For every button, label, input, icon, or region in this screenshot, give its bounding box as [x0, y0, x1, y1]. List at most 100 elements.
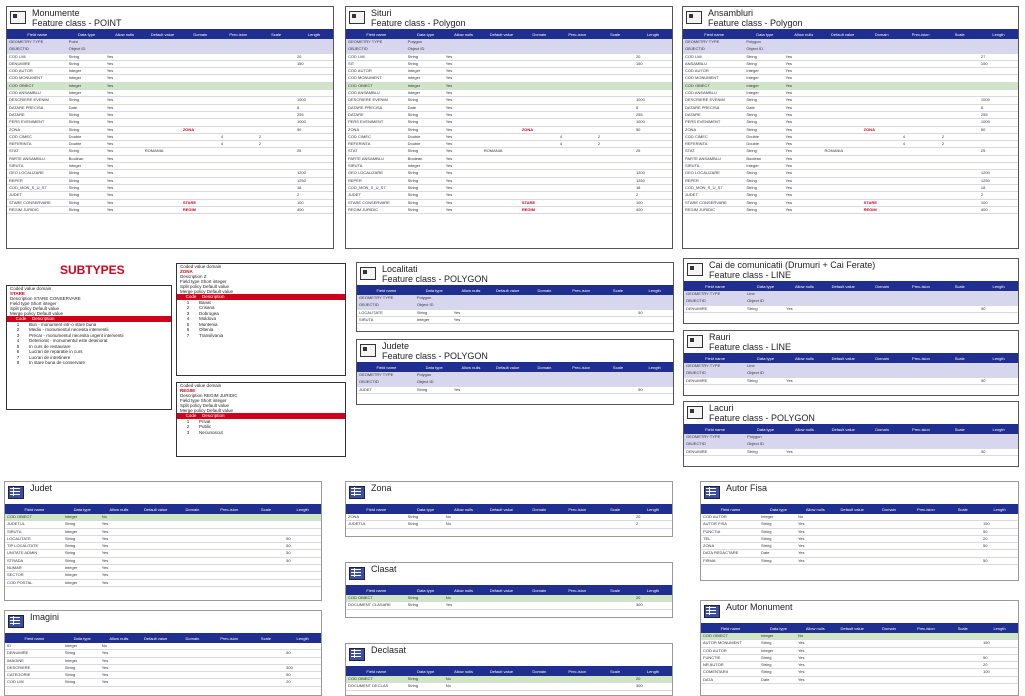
field-row: SECTOR Integer Yes [5, 572, 321, 580]
field-cell: Yes [101, 572, 109, 578]
field-cell: Boolean [746, 155, 762, 161]
class-subtitle: Feature class - POINT [32, 18, 122, 28]
field-cell: STARE CONSERVARE [685, 199, 727, 205]
field-cell [596, 105, 634, 111]
field-cell [181, 83, 219, 89]
field-cell: Yes [101, 521, 109, 527]
field-cell: 20 [635, 595, 641, 600]
field-cell [210, 672, 247, 678]
field-cell: Yes [785, 53, 792, 59]
field-cell: DESCRIERE [7, 664, 31, 670]
column-header: Length [296, 506, 309, 512]
field-cell: GEO LOCALIZARE [9, 170, 44, 176]
field-cell [181, 97, 219, 103]
field-cell [562, 295, 599, 301]
field-cell: UNITATE ADMIN [7, 550, 38, 556]
field-cell: SIRUTA [9, 163, 24, 169]
field-cell [181, 141, 219, 147]
field-cell: Yes [101, 657, 109, 663]
feature-class-icon [686, 11, 702, 24]
domain-code-cell: Necunoscut [199, 429, 223, 435]
field-cell [599, 387, 636, 393]
field-cell [482, 68, 520, 74]
field-cell [295, 141, 333, 147]
column-header: Scale [612, 364, 623, 370]
field-cell: Yes [445, 75, 453, 81]
field-cell: 2 [980, 192, 984, 198]
field-row: GEOMETRY TYPE Point [7, 39, 333, 47]
field-row: PARTE ANSAMBLU Boolean Yes [7, 156, 333, 164]
field-cell [558, 54, 596, 60]
field-cell [596, 39, 634, 45]
field-row: COD AUTOR Integer Yes [701, 648, 1018, 655]
field-row: LOCALITATE String Yes 50 [357, 310, 673, 317]
field-cell [862, 178, 901, 184]
field-cell [210, 514, 247, 520]
field-cell [482, 112, 520, 118]
field-cell: String [746, 60, 757, 66]
field-row: LOCALITATE String Yes 50 [5, 536, 321, 544]
field-cell: String [68, 111, 80, 117]
field-cell [833, 521, 870, 527]
field-cell [210, 550, 247, 556]
column-header: Data type [417, 506, 435, 512]
column-header: Length [646, 668, 660, 674]
column-header-row: Field name Data type Allow nulls Default va… [684, 281, 1018, 291]
field-cell [596, 207, 634, 213]
field-cell: Yes [445, 602, 453, 608]
field-cell: ID [7, 643, 11, 648]
field-cell: COD MONUMENT [348, 75, 382, 81]
column-header: Default value [489, 506, 514, 512]
field-row: COD_MON_S_U_S7 String Yes 18 [683, 185, 1018, 193]
field-cell: JUDET [348, 192, 361, 198]
field-cell: OBJECTID [686, 370, 706, 376]
column-header: Domain [193, 31, 208, 37]
field-cell: DESCRIERE EVENIM [685, 97, 725, 103]
field-cell [181, 54, 219, 60]
field-cell [862, 61, 901, 67]
column-header: Prec-ision [229, 31, 248, 37]
field-cell [862, 97, 901, 103]
field-cell: Yes [106, 90, 114, 96]
field-row: GEO LOCALIZARE String Yes 1200 [683, 170, 1018, 178]
field-cell [944, 536, 981, 542]
field-row: SIRUTA Integer Yes [7, 163, 333, 171]
field-cell [520, 105, 558, 111]
field-cell [247, 665, 284, 671]
domain-code-cell: 7 [186, 332, 190, 338]
field-row: GEOMETRY TYPE Line [684, 363, 1018, 371]
field-row: STAT String Yes ROMANIA 25 [346, 148, 672, 156]
field-cell: FUNCTIE [703, 654, 721, 660]
column-header: Prec-ision [568, 668, 587, 674]
field-cell [181, 134, 219, 140]
field-row: OBJECTID Object ID [7, 46, 333, 54]
field-row: DATARE PRECISA Date Yes 8 [683, 105, 1018, 112]
field-cell: Yes [445, 155, 453, 161]
field-cell: Object ID [747, 441, 764, 447]
class-subtitle: Feature class - Polygon [708, 18, 803, 28]
field-cell: OBJECTID [686, 441, 706, 447]
field-cell [979, 75, 1018, 81]
domain-code-cell: In stare buna de conservare [29, 360, 86, 365]
field-cell: 50 [983, 654, 988, 660]
class-name: Zona [371, 483, 392, 493]
field-cell [596, 75, 634, 81]
field-cell: Yes [785, 163, 792, 169]
field-cell: String [68, 126, 80, 132]
field-cell [901, 105, 940, 111]
field-cell: STARE [182, 199, 197, 205]
field-cell: Integer [407, 68, 421, 74]
column-header: Scale [954, 31, 965, 37]
field-cell: 1000 [635, 97, 645, 103]
field-cell: REFERINTA [685, 141, 708, 147]
field-cell [599, 317, 636, 323]
field-cell: Yes [101, 579, 109, 585]
field-cell: String [68, 53, 80, 59]
field-cell: Yes [798, 557, 805, 563]
field-cell [482, 521, 520, 527]
field-cell: Yes [786, 305, 793, 311]
column-header: Domain [532, 668, 547, 674]
field-cell [143, 54, 181, 60]
field-cell: String [416, 386, 428, 392]
field-cell: Yes [106, 133, 114, 139]
